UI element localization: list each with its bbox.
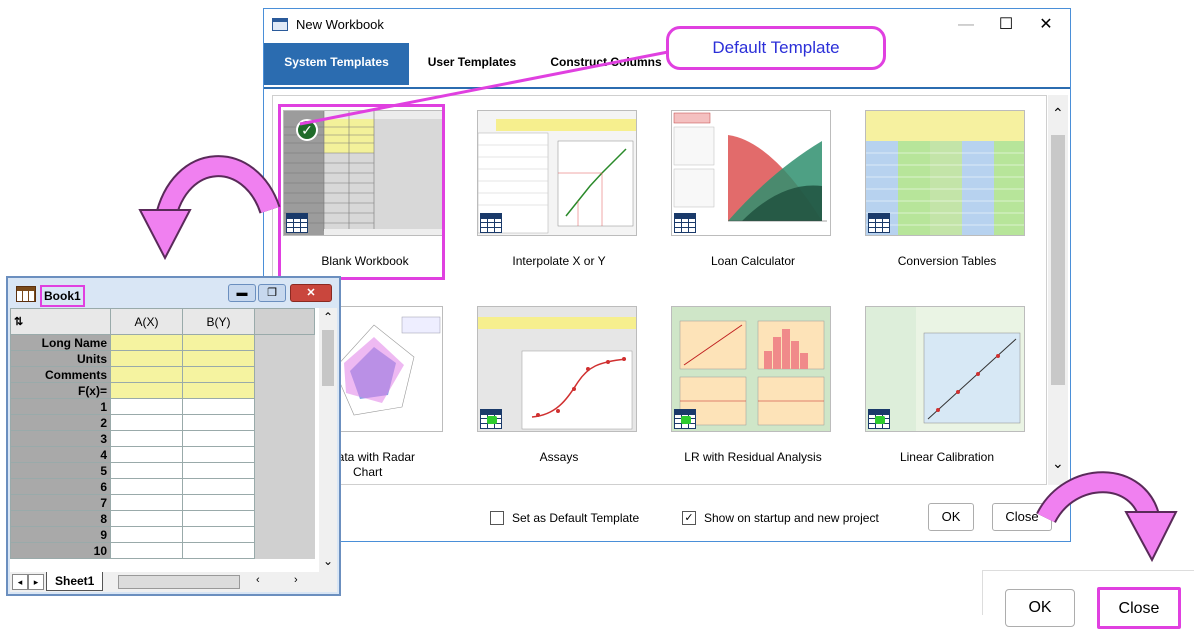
row-number[interactable]: 7 [10, 494, 111, 511]
book-minimize-button[interactable]: ▬ [228, 284, 256, 302]
cell[interactable] [182, 510, 255, 527]
cell[interactable] [110, 542, 183, 559]
cell[interactable] [182, 350, 255, 367]
row-number[interactable]: 10 [10, 542, 111, 559]
empty-area [254, 382, 315, 399]
empty-area [254, 334, 315, 351]
row-number[interactable]: 6 [10, 478, 111, 495]
empty-area [254, 414, 315, 431]
callout-connector [299, 50, 669, 126]
empty-area [254, 366, 315, 383]
worksheet-grid[interactable]: ⇅ A(X) B(Y) Long Name Units Comments F(x… [10, 308, 319, 572]
book-name: Book1 [40, 285, 85, 307]
empty-area [254, 350, 315, 367]
row-number[interactable]: 8 [10, 510, 111, 527]
cell[interactable] [110, 398, 183, 415]
cell[interactable] [182, 462, 255, 479]
cell[interactable] [182, 382, 255, 399]
scroll-left-icon[interactable]: ‹ [256, 574, 260, 586]
arrow-head-right [1124, 511, 1178, 563]
empty-area [254, 542, 315, 559]
book1-window: Book1 ▬ ❐ ✕ ⇅ A(X) B(Y) Long Name Units … [6, 276, 341, 596]
cell[interactable] [182, 398, 255, 415]
empty-area [254, 398, 315, 415]
scroll-right-icon[interactable]: › [294, 574, 298, 586]
prev-sheet-icon[interactable]: ◂ [12, 574, 28, 590]
empty-area [254, 510, 315, 527]
cell[interactable] [110, 414, 183, 431]
row-number[interactable]: 3 [10, 430, 111, 447]
empty-area [254, 462, 315, 479]
cell[interactable] [182, 366, 255, 383]
cell[interactable] [110, 382, 183, 399]
column-header-a[interactable]: A(X) [110, 308, 183, 335]
cell[interactable] [110, 494, 183, 511]
row-header-comments[interactable]: Comments [10, 366, 111, 383]
cell[interactable] [110, 510, 183, 527]
arrow-head-left [138, 209, 192, 261]
sort-icon[interactable]: ⇅ [10, 308, 111, 335]
scroll-up-icon[interactable]: ⌃ [323, 310, 333, 324]
row-header-fx[interactable]: F(x)= [10, 382, 111, 399]
book-close-button[interactable]: ✕ [290, 284, 332, 302]
row-number[interactable]: 4 [10, 446, 111, 463]
sheet-tab[interactable]: Sheet1 [46, 572, 104, 591]
book-restore-button[interactable]: ❐ [258, 284, 286, 302]
zoomed-close-button[interactable]: Close [1097, 587, 1181, 629]
workbook-icon [16, 286, 36, 302]
book1-title-bar: Book1 ▬ ❐ ✕ [10, 278, 339, 308]
cell[interactable] [182, 542, 255, 559]
cell[interactable] [182, 334, 255, 351]
sheet-tab-bar: ◂ ▸ Sheet1 ‹ › [10, 572, 337, 592]
cell[interactable] [182, 526, 255, 543]
cell[interactable] [110, 430, 183, 447]
cell[interactable] [110, 526, 183, 543]
cell[interactable] [110, 334, 183, 351]
cell[interactable] [110, 462, 183, 479]
cell[interactable] [182, 478, 255, 495]
empty-column-area [254, 308, 315, 335]
horizontal-scroll-track[interactable] [118, 575, 240, 589]
cell[interactable] [182, 446, 255, 463]
scroll-down-icon[interactable]: ⌄ [323, 554, 333, 568]
next-sheet-icon[interactable]: ▸ [28, 574, 44, 590]
zoomed-buttons-panel: OK Close [982, 570, 1194, 629]
empty-area [254, 494, 315, 511]
row-number[interactable]: 9 [10, 526, 111, 543]
cell[interactable] [110, 478, 183, 495]
row-header-long-name[interactable]: Long Name [10, 334, 111, 351]
row-number[interactable]: 1 [10, 398, 111, 415]
row-number[interactable]: 2 [10, 414, 111, 431]
cell[interactable] [182, 430, 255, 447]
cell[interactable] [110, 350, 183, 367]
empty-area [254, 430, 315, 447]
row-header-units[interactable]: Units [10, 350, 111, 367]
empty-area [254, 446, 315, 463]
cell[interactable] [182, 414, 255, 431]
default-template-callout: Default Template [666, 26, 886, 70]
cell[interactable] [182, 494, 255, 511]
row-number[interactable]: 5 [10, 462, 111, 479]
worksheet-table: ⇅ A(X) B(Y) Long Name Units Comments F(x… [10, 308, 315, 559]
column-header-b[interactable]: B(Y) [182, 308, 255, 335]
zoomed-ok-button[interactable]: OK [1005, 589, 1075, 627]
empty-area [254, 526, 315, 543]
empty-area [254, 478, 315, 495]
cell[interactable] [110, 446, 183, 463]
cell[interactable] [110, 366, 183, 383]
worksheet-vertical-scrollbar[interactable]: ⌃ ⌄ [319, 308, 337, 572]
scroll-thumb[interactable] [322, 330, 334, 386]
